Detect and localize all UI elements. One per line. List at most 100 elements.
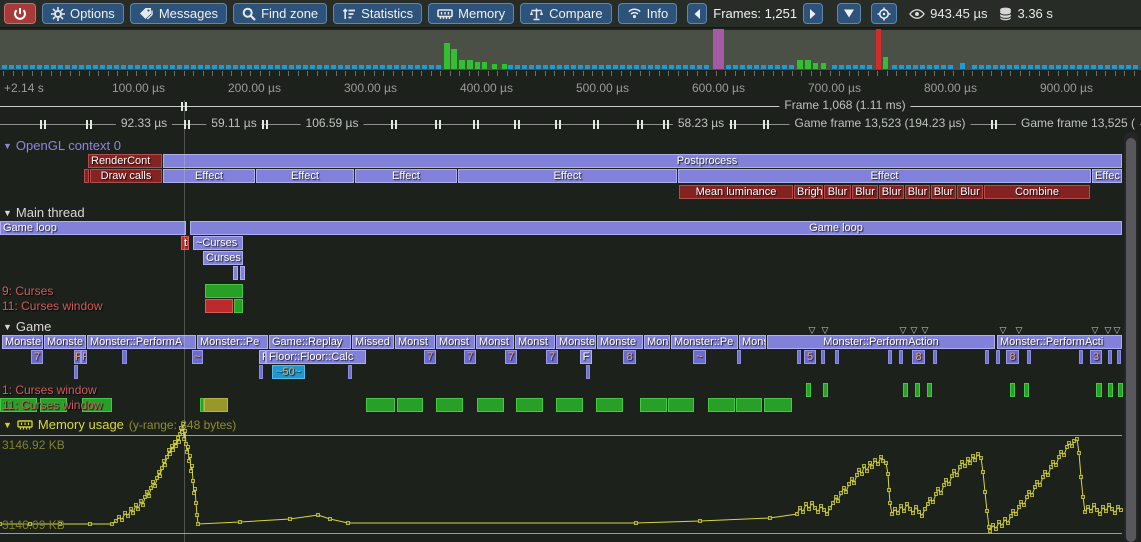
- zone[interactable]: RenderCont: [88, 154, 162, 168]
- frame-bar[interactable]: [1091, 65, 1096, 69]
- frame-bar-green[interactable]: [813, 63, 818, 69]
- frame-bar[interactable]: [839, 65, 844, 69]
- frame-bar[interactable]: [733, 65, 738, 69]
- section-header-opengl-context-0[interactable]: ▼OpenGL context 0: [3, 138, 121, 153]
- zone[interactable]: [1108, 350, 1112, 364]
- message-marker[interactable]: ▽: [1092, 326, 1099, 335]
- zone[interactable]: Mean luminance: [679, 185, 793, 199]
- zone[interactable]: [915, 383, 920, 397]
- frame-bar-green[interactable]: [797, 60, 803, 69]
- frame-bar[interactable]: [149, 65, 154, 69]
- zone[interactable]: [806, 383, 811, 397]
- frame-bar[interactable]: [44, 65, 49, 69]
- frame-bar[interactable]: [100, 65, 105, 69]
- frame-bar[interactable]: [641, 65, 646, 69]
- frame-bar[interactable]: [832, 65, 837, 69]
- zone[interactable]: [899, 350, 903, 364]
- frame-bar[interactable]: [37, 65, 42, 69]
- zone[interactable]: F: [74, 350, 81, 364]
- zone[interactable]: [903, 383, 908, 397]
- frame-bar[interactable]: [310, 65, 315, 69]
- locate-crosshair-button[interactable]: [871, 3, 897, 24]
- section-header-game[interactable]: ▼Game: [3, 319, 51, 334]
- frame-bar[interactable]: [184, 65, 189, 69]
- frame-bar[interactable]: [296, 65, 301, 69]
- frame-bar[interactable]: [345, 65, 350, 69]
- frame-bar[interactable]: [9, 65, 14, 69]
- zone[interactable]: [736, 398, 762, 412]
- zone[interactable]: Combine: [984, 185, 1090, 199]
- frame-bar[interactable]: [906, 65, 911, 69]
- frame-bar[interactable]: [606, 65, 611, 69]
- frame-bar[interactable]: [261, 65, 266, 69]
- frame-bar[interactable]: [359, 65, 364, 69]
- info-button[interactable]: Info: [618, 3, 678, 24]
- zone[interactable]: Monster::PerformA: [87, 335, 196, 349]
- zone[interactable]: Game loop: [190, 221, 1122, 235]
- zone[interactable]: Monste: [2, 335, 43, 349]
- zone[interactable]: [1024, 383, 1029, 397]
- zone[interactable]: [240, 266, 245, 280]
- frame-bar[interactable]: [1042, 65, 1047, 69]
- frame-bar[interactable]: [212, 65, 217, 69]
- frame-bar[interactable]: [23, 65, 28, 69]
- frame-bar-magenta[interactable]: [713, 29, 724, 69]
- zone[interactable]: [397, 398, 423, 412]
- zone[interactable]: 7: [546, 350, 558, 364]
- frame-bar[interactable]: [338, 65, 343, 69]
- message-marker[interactable]: ▽: [1114, 326, 1121, 335]
- frame-bar-green[interactable]: [502, 64, 507, 69]
- zone[interactable]: ~: [192, 350, 203, 364]
- frame-bar[interactable]: [240, 65, 245, 69]
- frame-bar[interactable]: [65, 65, 70, 69]
- collapse-triangle-icon[interactable]: ▼: [3, 208, 12, 218]
- zone[interactable]: [233, 266, 238, 280]
- frame-bar[interactable]: [993, 65, 998, 69]
- frame-bar[interactable]: [1021, 65, 1026, 69]
- message-marker[interactable]: ▽: [1016, 326, 1023, 335]
- zone[interactable]: [477, 398, 504, 412]
- zone[interactable]: ~Curses: [193, 236, 243, 250]
- frame-bar[interactable]: [761, 65, 766, 69]
- zone[interactable]: Effect: [678, 169, 1091, 183]
- zone[interactable]: Monste: [556, 335, 596, 349]
- zone[interactable]: 8: [623, 350, 636, 364]
- frame-bar[interactable]: [1126, 65, 1131, 69]
- zone[interactable]: [927, 383, 932, 397]
- zone[interactable]: Mons: [739, 335, 766, 349]
- frame-bar[interactable]: [1000, 65, 1005, 69]
- frame-bar-green[interactable]: [444, 43, 450, 69]
- messages-button[interactable]: Messages: [130, 3, 227, 24]
- message-marker[interactable]: ▽: [809, 326, 816, 335]
- frame-bar[interactable]: [394, 65, 399, 69]
- zone[interactable]: 3: [1090, 350, 1102, 364]
- zone[interactable]: [436, 398, 463, 412]
- frame-bar[interactable]: [205, 65, 210, 69]
- frame-bar[interactable]: [429, 65, 434, 69]
- frame-bar[interactable]: [927, 65, 932, 69]
- frame-bar[interactable]: [317, 65, 322, 69]
- frame-bar[interactable]: [282, 65, 287, 69]
- zone[interactable]: 7: [505, 350, 517, 364]
- zone[interactable]: Blur: [824, 185, 851, 199]
- frame-bar[interactable]: [726, 65, 731, 69]
- collapse-triangle-icon[interactable]: ▼: [3, 420, 12, 430]
- frame-bar[interactable]: [86, 65, 91, 69]
- frame-bar[interactable]: [934, 65, 939, 69]
- frame-bar[interactable]: [697, 65, 702, 69]
- frame-bar[interactable]: [948, 65, 953, 69]
- frame-bar-green[interactable]: [475, 62, 480, 69]
- zone[interactable]: [348, 365, 352, 379]
- frame-bar[interactable]: [254, 65, 259, 69]
- zone[interactable]: [737, 350, 741, 364]
- frame-bar[interactable]: [1056, 65, 1061, 69]
- frame-bar[interactable]: [853, 65, 858, 69]
- zone[interactable]: Effect: [256, 169, 354, 183]
- frame-bar-green[interactable]: [821, 63, 826, 69]
- frame-bar[interactable]: [972, 65, 977, 69]
- zone[interactable]: [205, 299, 233, 313]
- zone[interactable]: [933, 350, 937, 364]
- zone[interactable]: [1118, 383, 1123, 397]
- frame-bar[interactable]: [72, 65, 77, 69]
- zone[interactable]: Monste: [44, 335, 86, 349]
